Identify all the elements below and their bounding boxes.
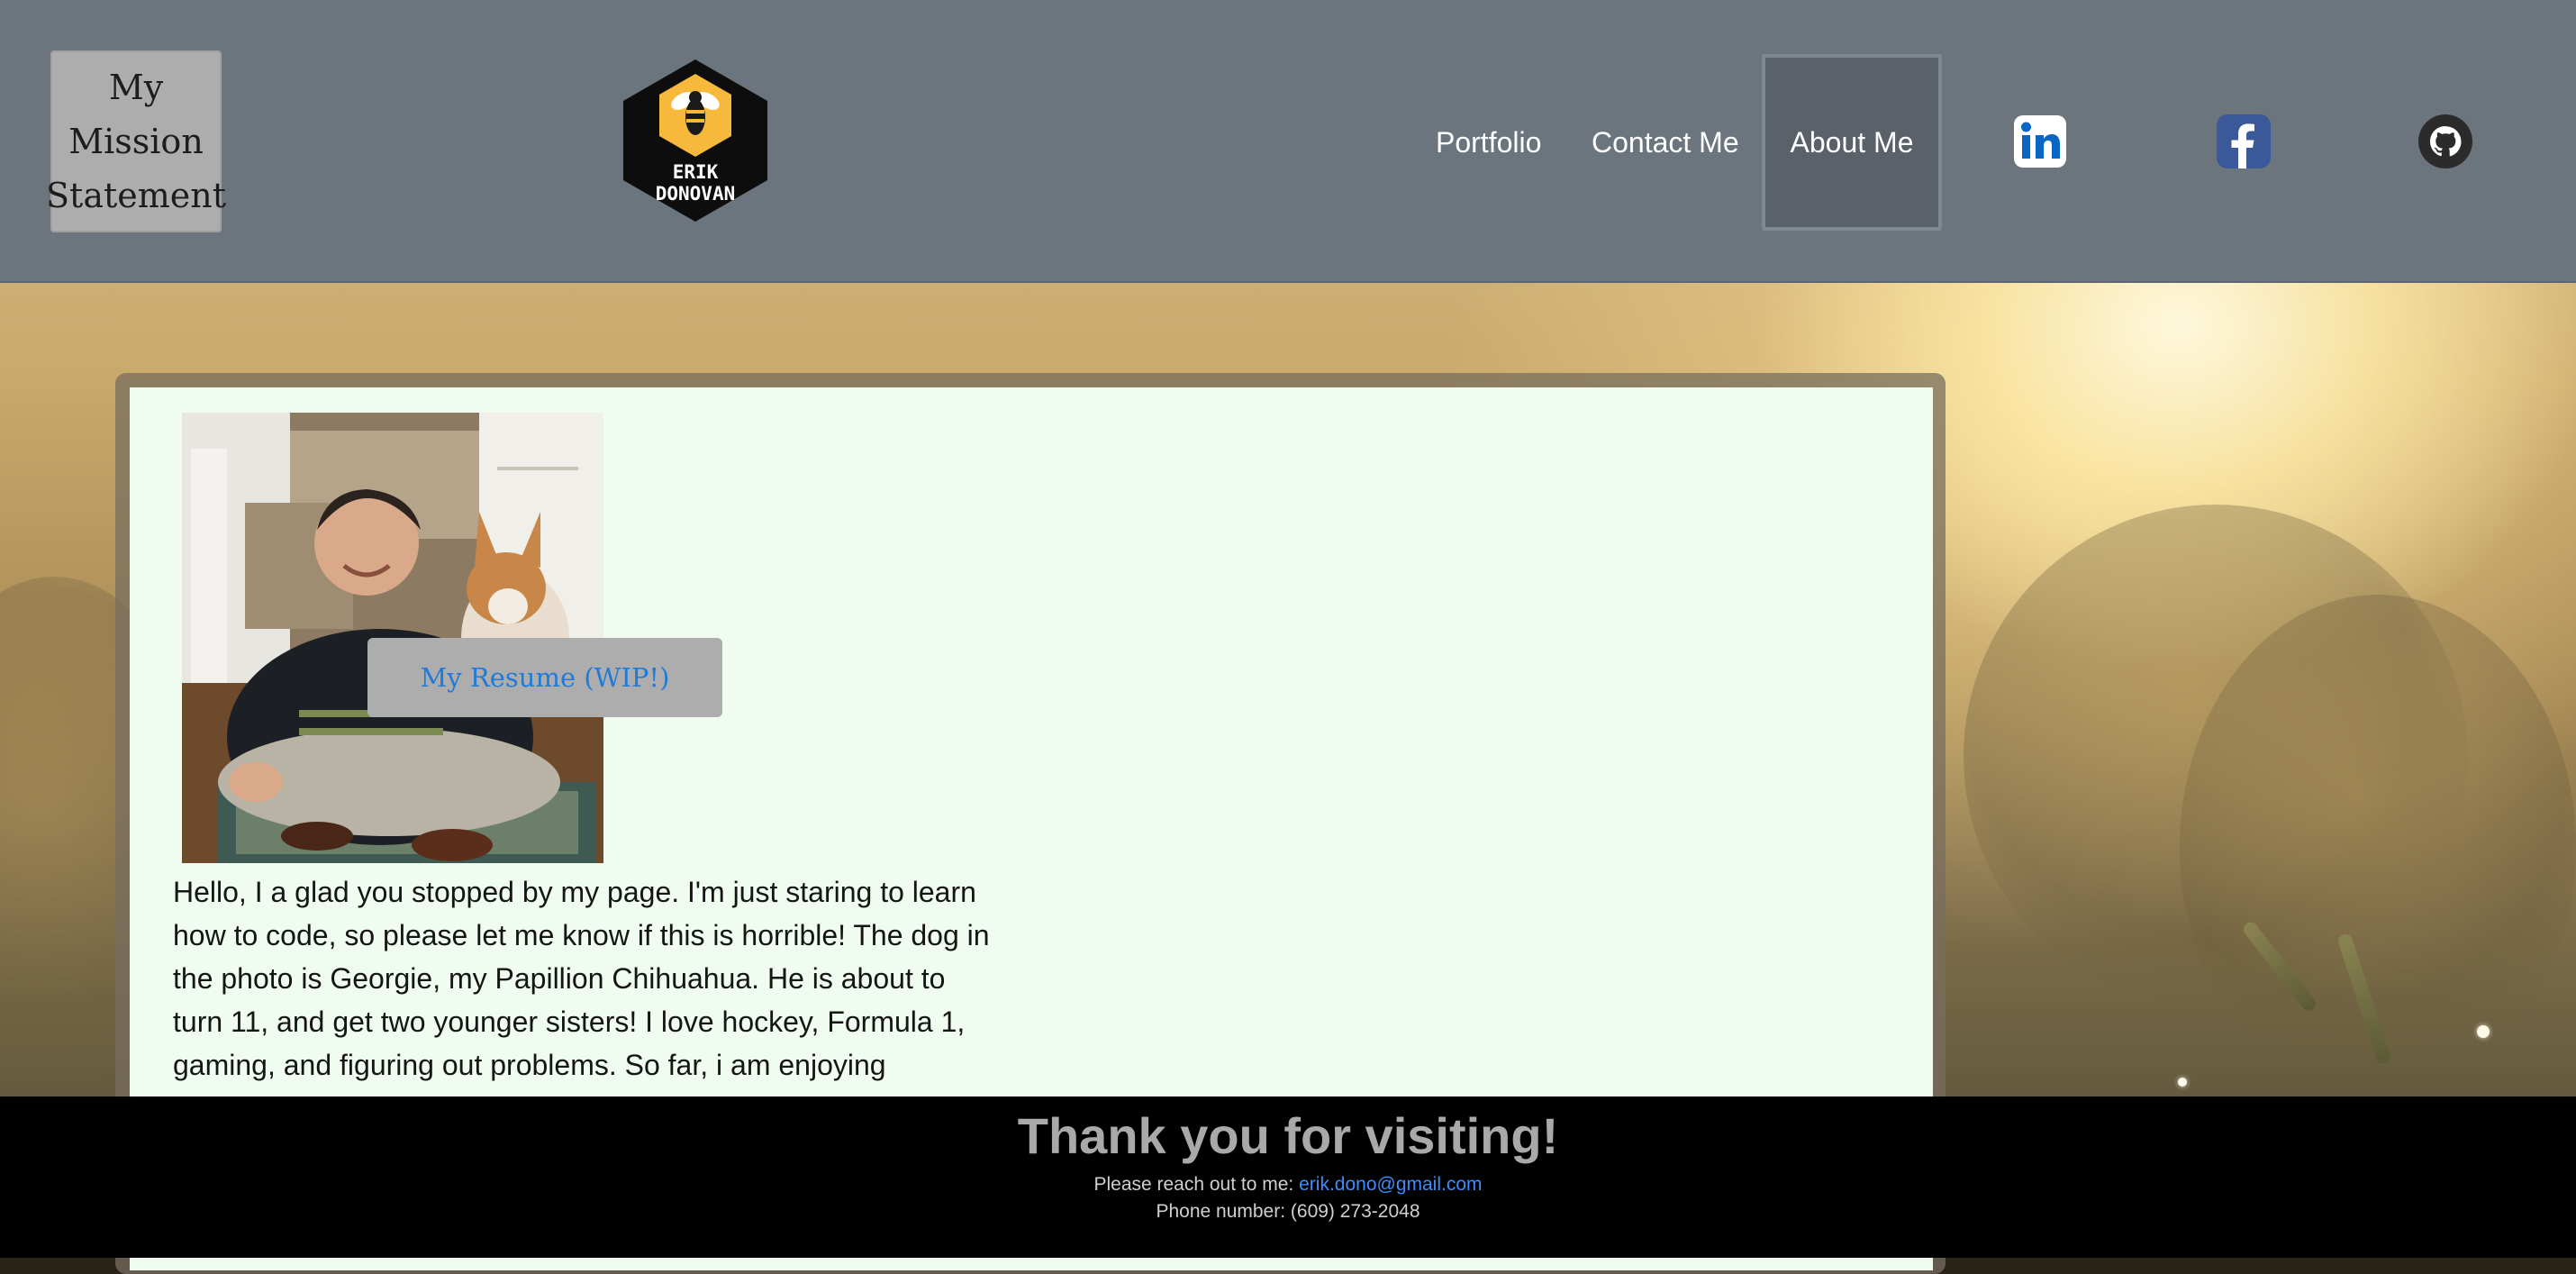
footer-contact-prefix: Please reach out to me: bbox=[1093, 1174, 1300, 1195]
resume-button-label: My Resume (WIP!) bbox=[420, 662, 670, 693]
logo-text-line1: ERIK bbox=[673, 161, 719, 183]
footer-title: Thank you for visiting! bbox=[1017, 1107, 1559, 1164]
facebook-icon[interactable] bbox=[2216, 114, 2272, 169]
github-icon[interactable] bbox=[2417, 114, 2473, 169]
nav-about-me[interactable]: About Me bbox=[1762, 54, 1942, 231]
background-flower bbox=[2477, 1025, 2490, 1038]
nav-portfolio[interactable]: Portfolio bbox=[1436, 121, 1541, 164]
resume-button[interactable]: My Resume (WIP!) bbox=[367, 638, 722, 717]
mission-statement-label: My Mission Statement bbox=[46, 68, 226, 215]
site-footer: Thank you for visiting! Please reach out… bbox=[0, 1097, 2576, 1258]
footer-phone: Phone number: (609) 273-2048 bbox=[1156, 1201, 1420, 1222]
footer-contact-line: Please reach out to me: erik.dono@gmail.… bbox=[0, 1171, 2576, 1198]
footer-email-link[interactable]: erik.dono@gmail.com bbox=[1299, 1174, 1482, 1195]
logo-icon[interactable]: ERIK DONOVAN bbox=[620, 58, 771, 223]
site-header: My Mission Statement ERIK DONOVAN Portfo… bbox=[0, 0, 2576, 283]
mission-statement-button[interactable]: My Mission Statement bbox=[46, 50, 226, 232]
nav-contact-me[interactable]: Contact Me bbox=[1592, 121, 1739, 164]
about-paragraph: Hello, I a glad you stopped by my page. … bbox=[173, 876, 990, 1081]
logo-text-line2: DONOVAN bbox=[656, 183, 736, 205]
linkedin-icon[interactable] bbox=[2012, 114, 2068, 169]
nav-about-me-label: About Me bbox=[1790, 125, 1914, 159]
background-flower bbox=[2178, 1078, 2187, 1087]
